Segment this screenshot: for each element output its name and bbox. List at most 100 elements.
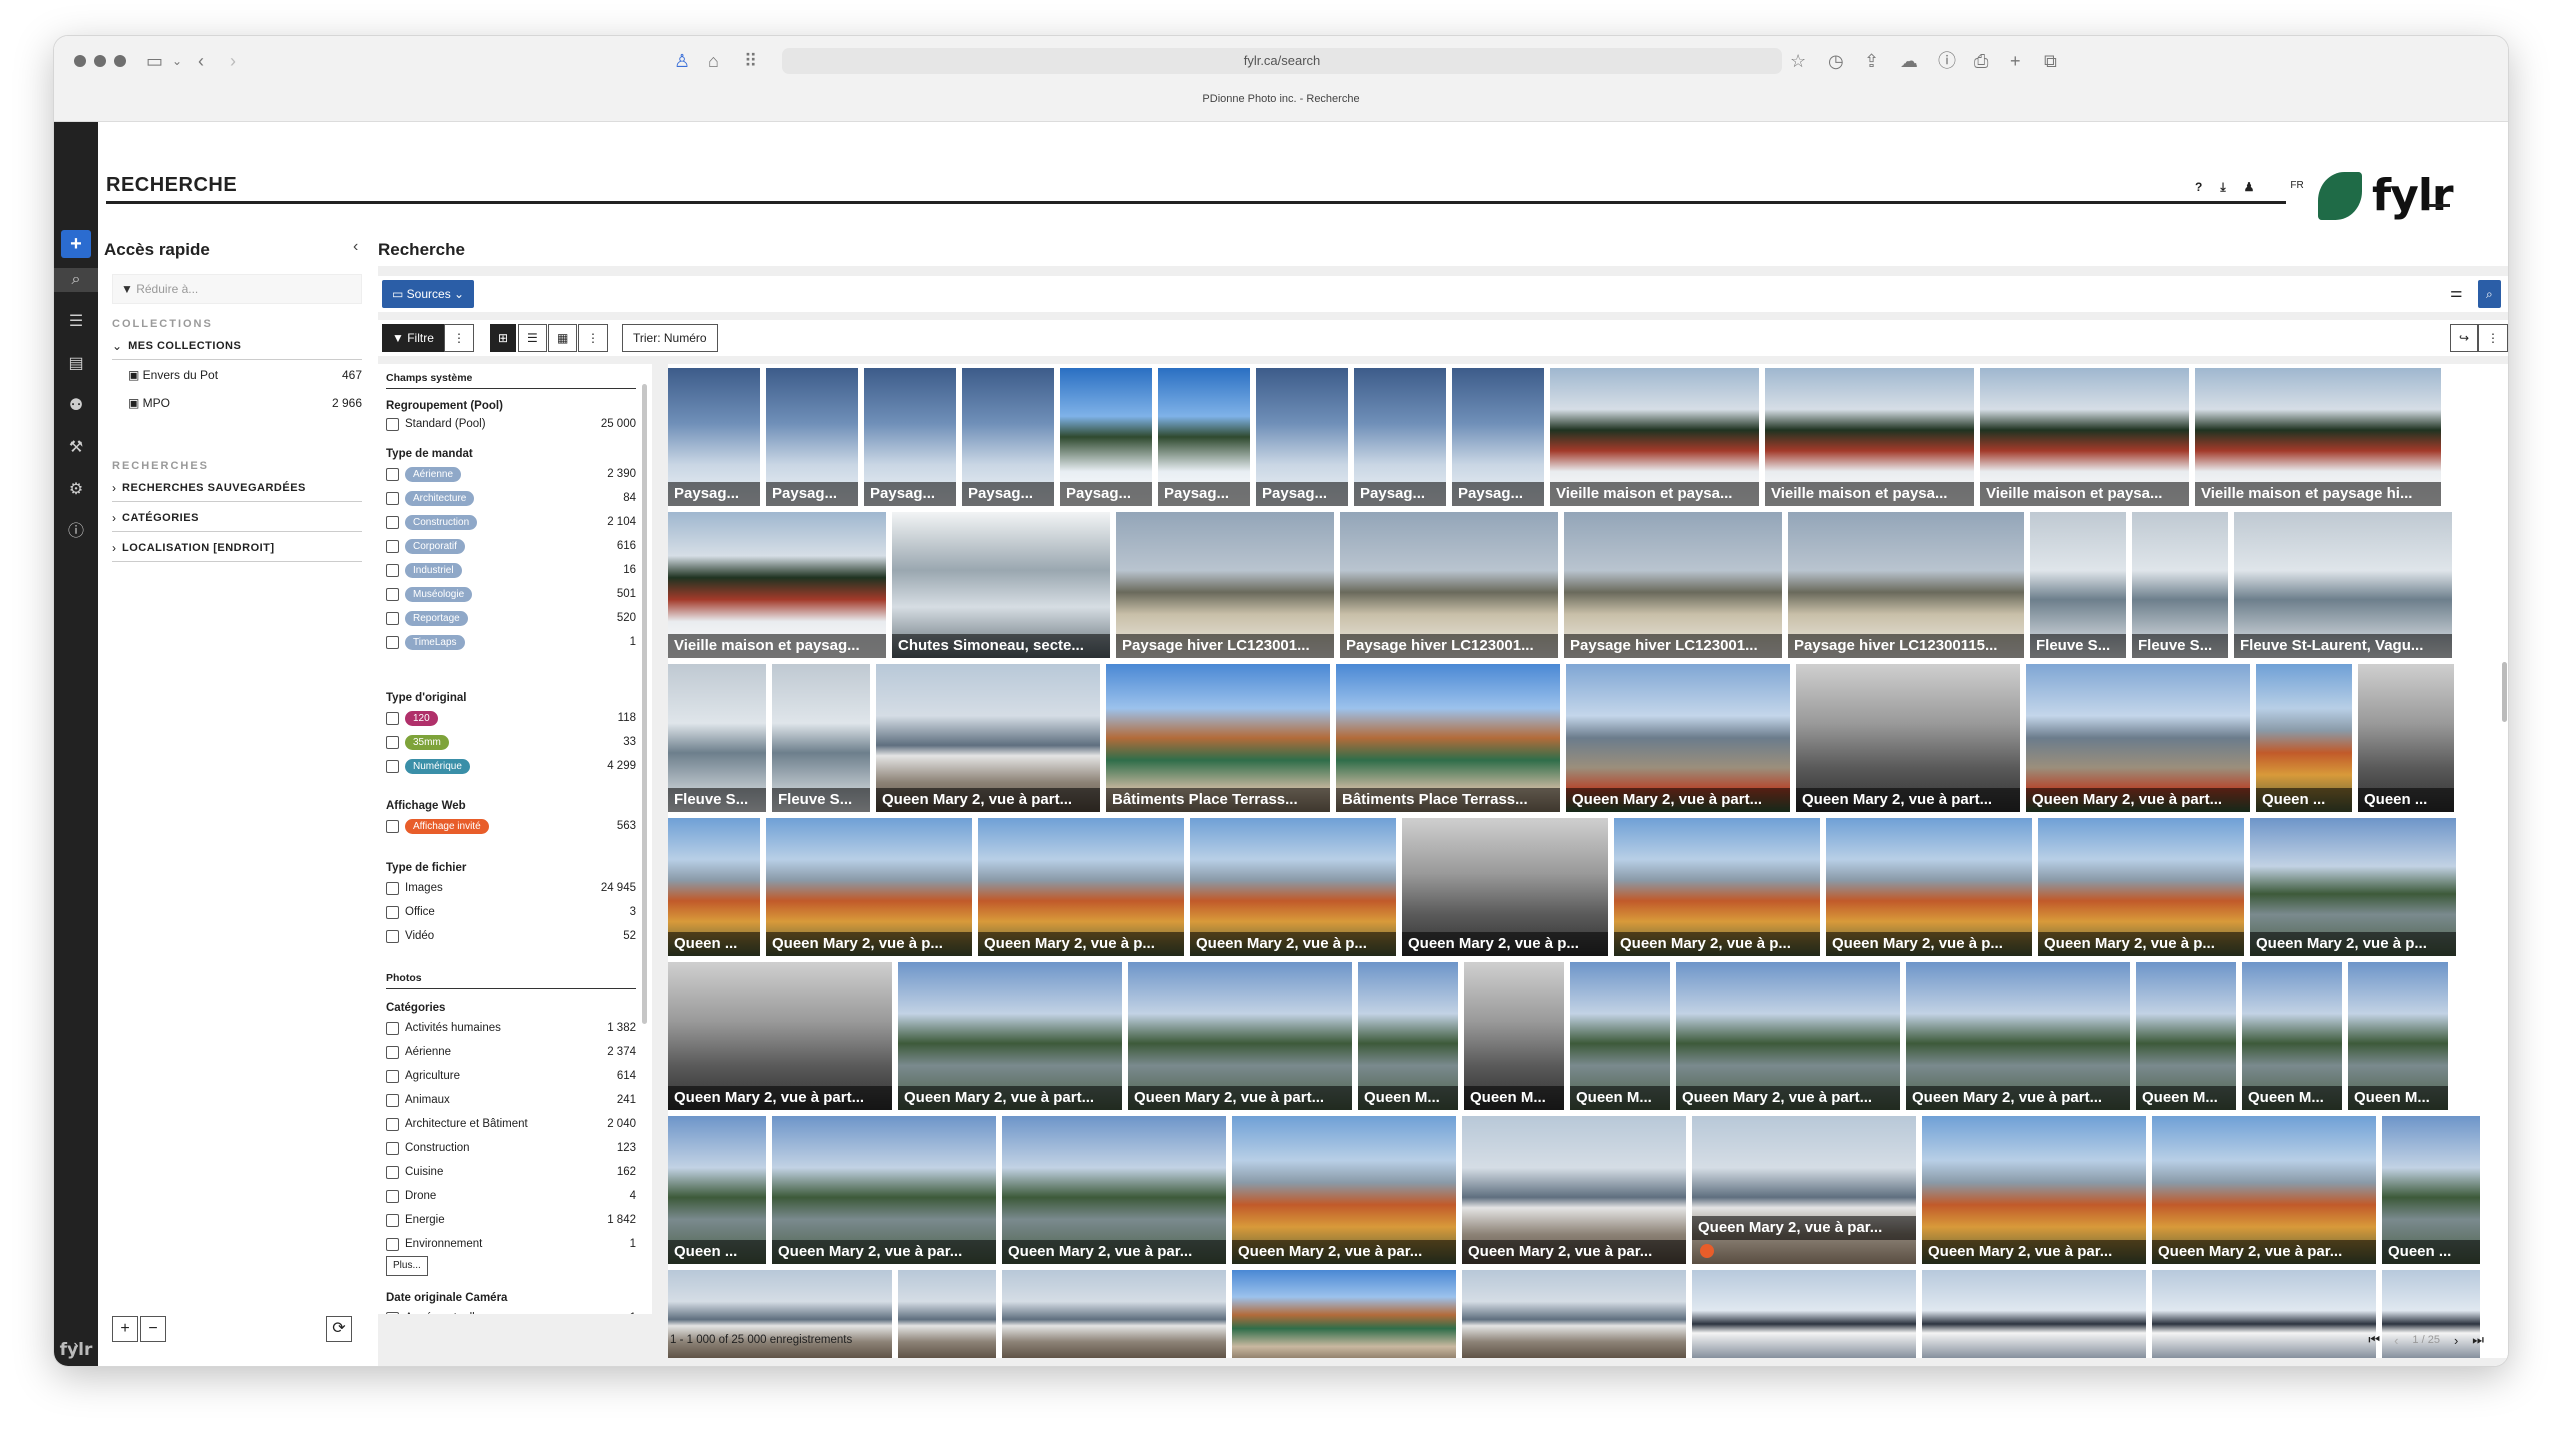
facet-option[interactable]: Construction 123 — [386, 1138, 636, 1158]
checkbox[interactable] — [386, 467, 399, 481]
facet-option[interactable]: Vidéo 52 — [386, 926, 636, 946]
result-thumbnail[interactable]: Paysage hiver LC123001... — [1340, 512, 1558, 658]
language-switch[interactable]: FR — [2290, 180, 2303, 195]
result-thumbnail[interactable]: Vieille maison et paysa... — [1550, 368, 1759, 506]
result-thumbnail[interactable]: Queen Mary 2, vue à p... — [1402, 818, 1608, 956]
facet-option[interactable]: Corporatif 616 — [386, 536, 636, 556]
result-thumbnail[interactable]: Queen ... — [668, 818, 760, 956]
facet-option[interactable]: Standard (Pool) 25 000 — [386, 414, 636, 434]
list-icon[interactable]: ☰ — [54, 310, 98, 334]
facet-option[interactable]: Office 3 — [386, 902, 636, 922]
result-thumbnail[interactable]: Queen Mary 2, vue à par... — [1922, 1116, 2146, 1264]
checkbox[interactable] — [386, 563, 399, 577]
result-thumbnail[interactable]: Queen Mary 2, vue à par... — [1232, 1116, 1456, 1264]
view-menu-button[interactable]: ⋮ — [578, 324, 608, 352]
facet-option[interactable]: TimeLaps 1 — [386, 632, 636, 652]
result-thumbnail[interactable]: Paysag... — [766, 368, 858, 506]
result-thumbnail[interactable]: Vieille maison et paysa... — [1980, 368, 2189, 506]
facet-option[interactable]: Architecture et Bâtiment 2 040 — [386, 1114, 636, 1134]
filter-button[interactable]: ▼ Filtre — [382, 324, 444, 352]
facet-option[interactable]: Environnement 1 — [386, 1234, 636, 1254]
result-thumbnail[interactable]: Paysag... — [864, 368, 956, 506]
export-button[interactable]: ↪ — [2450, 324, 2479, 352]
result-thumbnail[interactable]: Vieille maison et paysag... — [668, 512, 886, 658]
location-toggle[interactable]: › LOCALISATION [ENDROIT] — [112, 534, 362, 562]
result-thumbnail[interactable]: Paysag... — [1354, 368, 1446, 506]
collapse-chevron-icon[interactable]: ‹ — [353, 238, 358, 256]
collection-item[interactable]: ▣ Envers du Pot 467 — [128, 368, 362, 382]
result-thumbnail[interactable]: Queen Mary 2, vue à part... — [668, 962, 892, 1110]
user-icon[interactable]: ♟ — [2244, 180, 2255, 195]
result-thumbnail[interactable]: Paysage hiver LC123001... — [1564, 512, 1782, 658]
back-icon[interactable]: ‹ — [198, 50, 204, 72]
checkbox[interactable] — [386, 1117, 399, 1131]
first-page-icon[interactable]: ⏮ — [2368, 1332, 2380, 1348]
forward-icon[interactable]: › — [230, 50, 236, 72]
more-button[interactable]: Plus... — [386, 1256, 428, 1276]
result-thumbnail[interactable]: Queen ... — [2256, 664, 2352, 812]
result-thumbnail[interactable]: Paysag... — [1452, 368, 1544, 506]
menu-icon[interactable] — [2428, 204, 2450, 207]
result-thumbnail[interactable]: Queen Mary 2, vue à part... — [876, 664, 1100, 812]
result-thumbnail[interactable]: Queen Mary 2, vue à par... — [2152, 1116, 2376, 1264]
result-thumbnail[interactable]: Fleuve S... — [2132, 512, 2228, 658]
print-icon[interactable]: ⎙ — [1974, 50, 1988, 72]
checkbox[interactable] — [386, 711, 399, 725]
result-thumbnail[interactable]: Bâtiments Place Terrass... — [1106, 664, 1330, 812]
result-thumbnail[interactable]: Queen Mary 2, vue à par... — [1692, 1116, 1916, 1264]
result-thumbnail[interactable]: Fleuve S... — [668, 664, 766, 812]
result-thumbnail[interactable]: Queen M... — [2242, 962, 2342, 1110]
star-icon[interactable]: ☆ — [1790, 50, 1806, 72]
result-thumbnail[interactable]: Queen Mary 2, vue à part... — [1566, 664, 1790, 812]
facet-option[interactable]: Année actuelle 1 — [386, 1308, 636, 1314]
facet-option[interactable]: Drone 4 — [386, 1186, 636, 1206]
refresh-button[interactable]: ⟳ — [326, 1316, 352, 1342]
checkbox[interactable] — [386, 881, 399, 895]
download-icon[interactable]: ⤓ — [2220, 180, 2225, 195]
info-icon[interactable]: ⓘ — [1938, 50, 1956, 72]
checkbox[interactable] — [386, 735, 399, 749]
settings-sliders-icon[interactable]: ⚌ — [2450, 284, 2463, 301]
tabs-overview-icon[interactable]: ⧉ — [2044, 50, 2057, 72]
result-thumbnail[interactable]: Chutes Simoneau, secte... — [892, 512, 1110, 658]
table-view-button[interactable]: ▦ — [548, 324, 578, 352]
checkbox[interactable] — [386, 1213, 399, 1227]
checkbox[interactable] — [386, 1141, 399, 1155]
checkbox[interactable] — [386, 587, 399, 601]
facet-option[interactable]: 120 118 — [386, 708, 636, 728]
result-thumbnail[interactable]: Queen Mary 2, vue à part... — [898, 962, 1122, 1110]
categories-toggle[interactable]: › CATÉGORIES — [112, 504, 362, 532]
result-thumbnail[interactable]: Queen M... — [1464, 962, 1564, 1110]
tab-title[interactable]: PDionne Photo inc. - Recherche — [54, 93, 2508, 105]
result-thumbnail[interactable]: Queen M... — [2348, 962, 2448, 1110]
filter-menu-button[interactable]: ⋮ — [444, 324, 474, 352]
checkbox[interactable] — [386, 929, 399, 943]
facet-option[interactable]: Animaux 241 — [386, 1090, 636, 1110]
result-thumbnail[interactable]: Queen Mary 2, vue à part... — [1906, 962, 2130, 1110]
share-icon[interactable]: ⇪ — [1864, 50, 1879, 72]
facet-option[interactable]: Affichage invité 563 — [386, 816, 636, 836]
next-page-icon[interactable]: › — [2454, 1333, 2458, 1348]
home-icon[interactable]: ⌂ — [708, 50, 719, 72]
facet-option[interactable]: Architecture 84 — [386, 488, 636, 508]
checkbox[interactable] — [386, 1165, 399, 1179]
add-icon[interactable]: + — [61, 230, 91, 258]
info-circle-icon[interactable]: ⓘ — [54, 520, 98, 544]
result-thumbnail[interactable]: Queen ... — [2358, 664, 2454, 812]
result-thumbnail[interactable]: Paysage hiver LC123001... — [1116, 512, 1334, 658]
new-tab-icon[interactable]: + — [2010, 50, 2021, 72]
result-thumbnail[interactable]: Queen ... — [2382, 1116, 2480, 1264]
results-menu-button[interactable]: ⋮ — [2478, 324, 2508, 352]
result-thumbnail[interactable]: Queen Mary 2, vue à part... — [1796, 664, 2020, 812]
checkbox[interactable] — [386, 635, 399, 649]
last-page-icon[interactable]: ⏭ — [2472, 1332, 2484, 1348]
add-collection-button[interactable]: + — [112, 1316, 138, 1342]
facet-option[interactable]: Construction 2 104 — [386, 512, 636, 532]
facet-scrollbar[interactable] — [642, 384, 647, 1024]
checkbox[interactable] — [386, 491, 399, 505]
result-thumbnail[interactable]: Queen M... — [2136, 962, 2236, 1110]
help-icon[interactable]: ? — [2195, 180, 2202, 195]
facet-option[interactable]: Muséologie 501 — [386, 584, 636, 604]
privacy-icon[interactable]: ♙ — [674, 50, 690, 72]
address-bar[interactable]: fylr.ca/search — [782, 48, 1782, 74]
